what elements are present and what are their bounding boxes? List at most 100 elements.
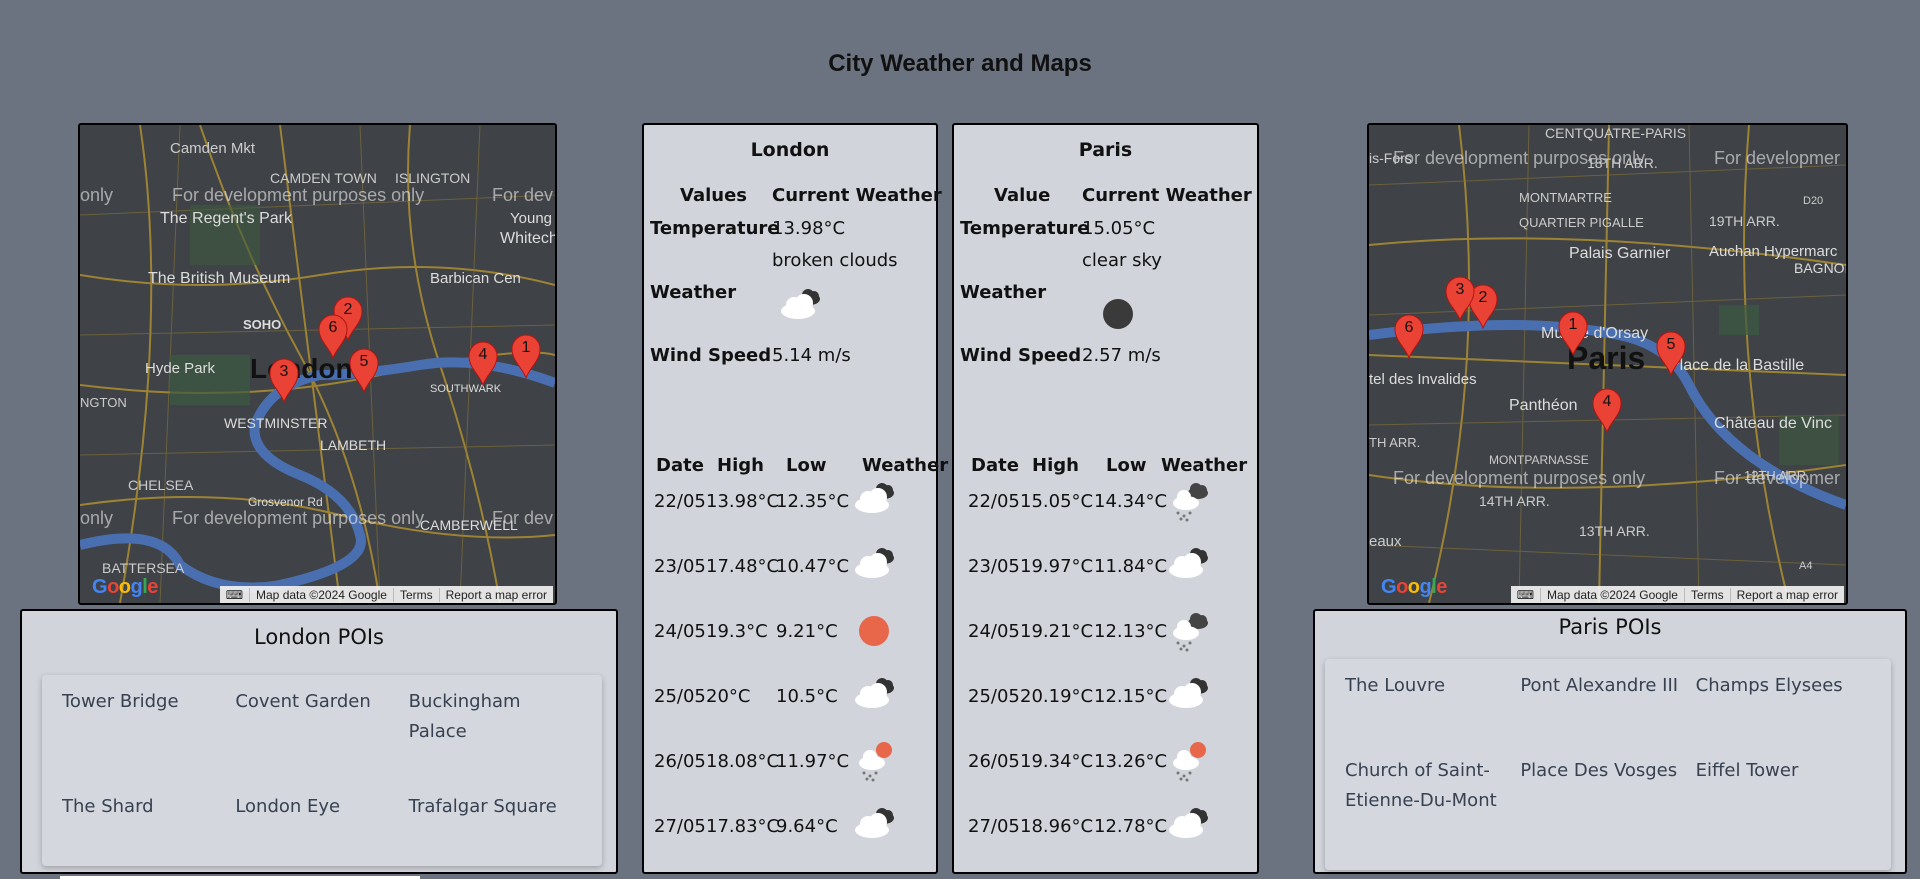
forecast-header-low: Low <box>1106 455 1147 476</box>
paris-pois-panel: Paris POIs The Louvre Pont Alexandre III… <box>1313 609 1907 874</box>
map-label: BATTERSEA <box>102 560 185 576</box>
map-marker-6[interactable]: 6 <box>317 313 349 359</box>
map-label: MONTPARNASSE <box>1489 453 1589 467</box>
col-header-current: Current Weather <box>772 185 942 206</box>
marker-number: 4 <box>1602 393 1612 410</box>
broken-clouds-icon <box>852 544 898 595</box>
dev-watermark: For development purposes only <box>172 185 425 205</box>
map-marker-4[interactable]: 4 <box>1591 387 1623 433</box>
forecast-high: 17.48°C <box>706 556 780 577</box>
google-logo: Google <box>92 576 158 598</box>
map-marker-5[interactable]: 5 <box>1655 330 1687 376</box>
col-header-current: Current Weather <box>1082 185 1252 206</box>
forecast-low: 10.47°C <box>776 556 850 577</box>
wind-speed-value: 5.14 m/s <box>772 345 851 366</box>
map-label: Panthéon <box>1509 397 1578 414</box>
map-marker-4[interactable]: 4 <box>467 340 499 386</box>
map-label: CHELSEA <box>128 477 194 493</box>
map-label: Whitech <box>500 230 557 247</box>
rain-cloud-icon <box>1166 479 1212 530</box>
temperature-value: 15.05°C <box>1082 218 1156 239</box>
map-marker-1[interactable]: 1 <box>1557 310 1589 356</box>
map-label: 14TH ARR. <box>1479 493 1550 509</box>
map-label: LAMBETH <box>320 437 387 453</box>
map-label: Auchan Hypermarc <box>1709 243 1838 260</box>
rain-sun-icon <box>1166 739 1212 790</box>
forecast-low: 11.97°C <box>776 751 850 772</box>
weather-label: Weather <box>650 282 737 303</box>
keyboard-icon[interactable]: ⌨ <box>220 588 249 602</box>
forecast-date: 27/05 <box>654 816 706 837</box>
marker-number: 1 <box>521 339 531 356</box>
marker-number: 5 <box>1666 336 1676 353</box>
sun-icon <box>852 609 898 660</box>
map-label: A4 <box>1799 560 1813 572</box>
col-header-values: Value <box>994 185 1051 206</box>
forecast-date: 24/05 <box>968 621 1020 642</box>
london-pois-list: Tower Bridge Covent Garden Buckingham Pa… <box>42 675 602 866</box>
poi-item[interactable]: Place Des Vosges <box>1520 756 1695 871</box>
keyboard-icon[interactable]: ⌨ <box>1511 588 1540 602</box>
map-label: The Regent's Park <box>160 210 293 227</box>
poi-item[interactable]: Pont Alexandre III <box>1520 671 1695 756</box>
map-marker-6[interactable]: 6 <box>1393 313 1425 359</box>
poi-item[interactable]: Eiffel Tower <box>1696 756 1871 871</box>
dev-watermark: For dev <box>492 185 554 205</box>
map-label: Palais Garnier <box>1569 245 1671 262</box>
poi-item[interactable]: Champs Elysees <box>1696 671 1871 756</box>
forecast-header-date: Date <box>971 455 1019 476</box>
forecast-date: 25/05 <box>654 686 706 707</box>
map-label: The British Museum <box>148 270 291 287</box>
marker-number: 3 <box>1455 281 1465 298</box>
report-error-link[interactable]: Report a map error <box>438 587 553 602</box>
map-label: eaux <box>1369 533 1402 550</box>
map-label: Hyde Park <box>145 360 216 377</box>
poi-item[interactable]: Covent Garden <box>235 687 408 792</box>
paris-weather-card: Paris Value Current Weather Temperature … <box>952 123 1259 874</box>
forecast-low: 9.21°C <box>776 621 838 642</box>
poi-item[interactable]: London Eye <box>235 792 408 867</box>
terms-link[interactable]: Terms <box>392 587 439 602</box>
marker-number: 6 <box>328 319 338 336</box>
forecast-low: 13.26°C <box>1094 751 1168 772</box>
terms-link[interactable]: Terms <box>1683 587 1730 602</box>
google-logo: Google <box>1381 576 1447 598</box>
london-map[interactable]: only For development purposes only For d… <box>78 123 557 605</box>
dev-watermark: only <box>80 185 114 205</box>
marker-number: 5 <box>359 353 369 370</box>
map-marker-3[interactable]: 3 <box>1444 275 1476 321</box>
poi-item[interactable]: The Louvre <box>1345 671 1520 756</box>
map-marker-1[interactable]: 1 <box>510 333 542 379</box>
poi-item[interactable]: Church of Saint-Etienne-Du-Mont <box>1345 756 1520 871</box>
forecast-high: 19.21°C <box>1020 621 1094 642</box>
marker-number: 4 <box>478 346 488 363</box>
forecast-header-high: High <box>1032 455 1079 476</box>
poi-item[interactable]: Buckingham Palace <box>409 687 582 792</box>
map-label: Camden Mkt <box>170 140 256 157</box>
rain-sun-icon <box>852 739 898 790</box>
map-marker-3[interactable]: 3 <box>268 357 300 403</box>
forecast-date: 26/05 <box>968 751 1020 772</box>
map-label: CAMDEN TOWN <box>270 170 377 186</box>
poi-item[interactable]: Trafalgar Square <box>409 792 582 867</box>
poi-item[interactable]: Tower Bridge <box>62 687 235 792</box>
map-marker-5[interactable]: 5 <box>348 347 380 393</box>
map-label: QUARTIER PIGALLE <box>1519 215 1644 230</box>
poi-item[interactable]: The Shard <box>62 792 235 867</box>
weather-description: broken clouds <box>772 250 898 271</box>
marker-number: 6 <box>1404 319 1414 336</box>
map-label: BAGNOL <box>1794 260 1848 276</box>
forecast-high: 19.34°C <box>1020 751 1094 772</box>
forecast-low: 11.84°C <box>1094 556 1168 577</box>
map-label: CAMBERWELL <box>420 517 518 533</box>
map-label: Barbican Cen <box>430 270 521 287</box>
dev-watermark: For developmer <box>1714 148 1841 168</box>
forecast-high: 18.08°C <box>706 751 780 772</box>
report-error-link[interactable]: Report a map error <box>1729 587 1844 602</box>
wind-speed-label: Wind Speed <box>650 345 772 366</box>
page-title: City Weather and Maps <box>828 50 1092 77</box>
paris-map[interactable]: For development purposes only For develo… <box>1367 123 1848 605</box>
map-label: 12TH ARR. <box>1744 468 1810 483</box>
broken-clouds-icon <box>778 285 824 336</box>
forecast-low: 10.5°C <box>776 686 838 707</box>
